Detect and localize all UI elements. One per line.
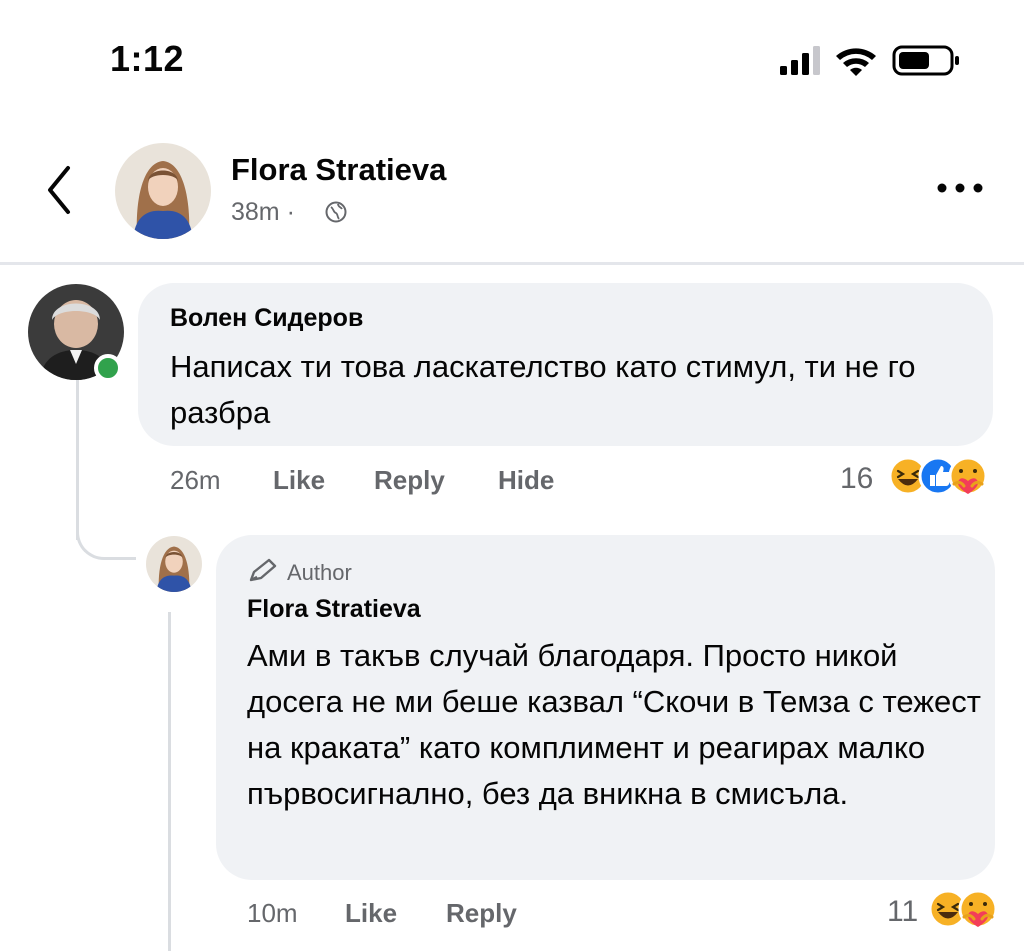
- care-icon: [948, 456, 988, 496]
- care-icon: [958, 889, 998, 929]
- post-timestamp: 38m ·: [231, 198, 295, 226]
- comment-text: Написах ти това ласкателство като стимул…: [170, 349, 916, 430]
- thread-line-reply: [168, 612, 171, 951]
- comment-timestamp: 26m: [170, 465, 221, 495]
- reaction-count[interactable]: 16: [840, 462, 873, 496]
- battery-icon: [892, 45, 959, 76]
- reply-text: Ами в такъв случай благодаря. Просто ник…: [247, 638, 981, 811]
- status-icons: [780, 45, 959, 76]
- header-divider: [0, 262, 1024, 265]
- header-avatar[interactable]: [115, 143, 211, 239]
- reply-reaction-icons[interactable]: [928, 889, 1008, 929]
- reply-author-name[interactable]: Flora Stratieva: [247, 595, 421, 624]
- reply-button[interactable]: Reply: [374, 465, 445, 496]
- globe-icon: [325, 201, 347, 223]
- status-time: 1:12: [110, 38, 185, 79]
- reply-timestamp: 10m: [247, 898, 298, 928]
- post-author-name[interactable]: Flora Stratieva: [231, 152, 446, 188]
- comment-author-name[interactable]: Волен Сидеров: [170, 304, 363, 333]
- author-badge: Author: [287, 560, 352, 585]
- reaction-icons[interactable]: [888, 456, 998, 496]
- profile-photo-flora: [115, 143, 211, 239]
- reply-reaction-count[interactable]: 11: [887, 895, 918, 929]
- reply-author-avatar[interactable]: [146, 536, 202, 592]
- thread-connector: [76, 500, 136, 560]
- more-options-icon[interactable]: [930, 172, 990, 202]
- cellular-signal-icon: [780, 46, 820, 75]
- online-status-indicator: [94, 354, 122, 382]
- like-button[interactable]: Like: [273, 465, 325, 496]
- wifi-icon: [836, 48, 876, 76]
- reply-reply-button[interactable]: Reply: [446, 898, 517, 929]
- hide-button[interactable]: Hide: [498, 465, 554, 496]
- profile-photo-flora-small: [146, 536, 202, 592]
- back-chevron-icon[interactable]: [40, 160, 80, 220]
- reply-like-button[interactable]: Like: [345, 898, 397, 929]
- author-pen-icon: [249, 558, 277, 582]
